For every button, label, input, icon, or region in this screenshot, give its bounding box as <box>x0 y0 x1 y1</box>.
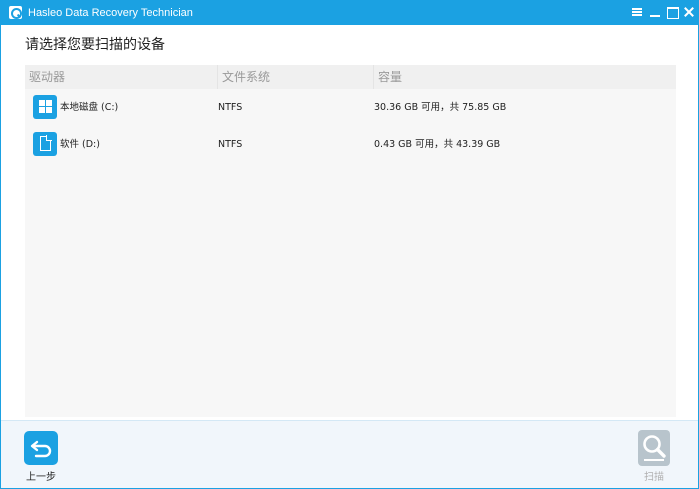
back-arrow-icon <box>24 431 58 465</box>
magnifier-icon <box>638 430 670 466</box>
column-header-filesystem[interactable]: 文件系统 <box>217 65 373 89</box>
list-header: 驱动器 文件系统 容量 <box>25 65 676 89</box>
app-window: Hasleo Data Recovery Technician 请选择您要扫描的… <box>0 0 699 489</box>
drive-name: 本地磁盘 (C:) <box>60 102 119 113</box>
close-icon[interactable] <box>681 4 697 20</box>
column-header-drive[interactable]: 驱动器 <box>25 65 217 89</box>
back-label: 上一步 <box>26 472 56 483</box>
maximize-icon[interactable] <box>664 4 680 20</box>
menu-icon[interactable] <box>629 4 645 20</box>
column-header-capacity[interactable]: 容量 <box>373 65 676 89</box>
title-bar[interactable]: Hasleo Data Recovery Technician <box>1 1 698 25</box>
drive-row-c[interactable]: 本地磁盘 (C:) NTFS 30.36 GB 可用，共 75.85 GB <box>25 91 676 125</box>
drive-row-d[interactable]: 软件 (D:) NTFS 0.43 GB 可用，共 43.39 GB <box>25 128 676 162</box>
bottom-bar: 上一步 扫描 <box>1 420 698 488</box>
drive-filesystem: NTFS <box>218 139 243 150</box>
drive-capacity: 30.36 GB 可用，共 75.85 GB <box>374 102 507 113</box>
windows-drive-icon <box>33 95 57 119</box>
window-title: Hasleo Data Recovery Technician <box>28 7 193 19</box>
page-title: 请选择您要扫描的设备 <box>25 37 165 53</box>
document-icon <box>40 135 52 151</box>
drive-capacity: 0.43 GB 可用，共 43.39 GB <box>374 139 501 150</box>
minimize-icon[interactable] <box>647 4 663 20</box>
document-drive-icon <box>33 132 57 156</box>
drive-name: 软件 (D:) <box>60 139 100 150</box>
scan-label: 扫描 <box>644 472 664 483</box>
windows-logo-icon <box>39 100 52 113</box>
app-logo-icon <box>9 6 22 19</box>
back-button[interactable]: 上一步 <box>23 431 59 483</box>
scan-button[interactable]: 扫描 <box>637 430 671 483</box>
drive-list: 驱动器 文件系统 容量 本地磁盘 (C:) NTFS 30.36 GB 可用，共… <box>25 65 676 417</box>
drive-filesystem: NTFS <box>218 102 243 113</box>
